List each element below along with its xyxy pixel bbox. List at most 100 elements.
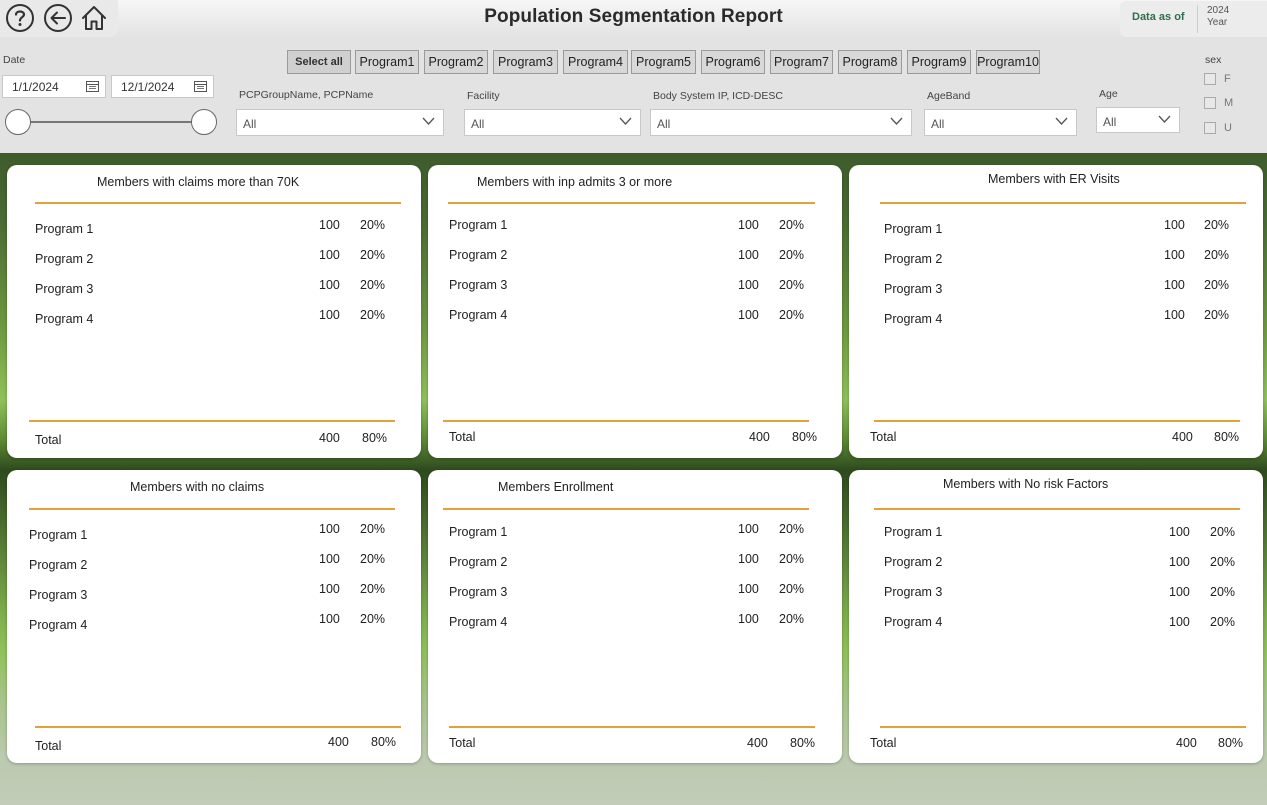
program-button[interactable]: Program8 bbox=[838, 50, 902, 74]
sex-option-f[interactable]: F bbox=[1204, 73, 1231, 86]
body-system-filter-label: Body System IP, ICD-DESC bbox=[653, 90, 783, 102]
row-label: Program 1 bbox=[29, 528, 88, 542]
program-button[interactable]: Program4 bbox=[563, 50, 628, 74]
row-count: 100 bbox=[738, 248, 759, 262]
age-filter-label: Age bbox=[1099, 88, 1118, 100]
checkbox[interactable] bbox=[1204, 97, 1216, 110]
program-button[interactable]: Program9 bbox=[907, 50, 971, 74]
row-label: Program 2 bbox=[449, 555, 508, 569]
total-label: Total bbox=[35, 739, 62, 753]
total-percent: 80% bbox=[792, 430, 818, 444]
row-label: Program 4 bbox=[884, 615, 943, 629]
date-start-input[interactable]: 1/1/2024 bbox=[2, 75, 106, 98]
facility-filter-dropdown[interactable]: All bbox=[464, 109, 641, 136]
row-count: 100 bbox=[1169, 585, 1190, 599]
date-end-value: 12/1/2024 bbox=[121, 80, 175, 94]
total-divider bbox=[29, 420, 395, 422]
total-label: Total bbox=[449, 736, 476, 750]
row-count: 100 bbox=[1164, 218, 1185, 232]
card-no-risk-factors: Members with No risk Factors Program 1 1… bbox=[849, 470, 1263, 763]
row-count: 100 bbox=[319, 552, 340, 566]
program-button[interactable]: Program1 bbox=[355, 50, 419, 74]
row-label: Program 4 bbox=[29, 618, 88, 632]
program-button[interactable]: Program3 bbox=[493, 50, 558, 74]
program-button[interactable]: Program2 bbox=[424, 50, 488, 74]
total-label: Total bbox=[870, 736, 897, 750]
total-divider bbox=[35, 726, 401, 728]
checkbox[interactable] bbox=[1204, 73, 1216, 86]
row-count: 100 bbox=[319, 308, 340, 322]
calendar-icon[interactable] bbox=[194, 80, 207, 92]
pcp-filter-dropdown[interactable]: All bbox=[236, 109, 444, 136]
row-percent: 20% bbox=[360, 522, 386, 536]
row-label: Program 2 bbox=[449, 248, 508, 262]
data-as-of-label: Data as of bbox=[1132, 11, 1185, 23]
divider bbox=[1197, 5, 1198, 33]
row-percent: 20% bbox=[1210, 525, 1236, 539]
total-count: 400 bbox=[319, 431, 340, 445]
row-percent: 20% bbox=[1210, 615, 1236, 629]
page-title: Population Segmentation Report bbox=[484, 6, 783, 27]
sex-option-u[interactable]: U bbox=[1204, 122, 1232, 135]
row-label: Program 1 bbox=[449, 218, 508, 232]
row-count: 100 bbox=[738, 218, 759, 232]
card-members-enrollment: Members Enrollment Program 1 100 20% Pro… bbox=[428, 470, 842, 763]
row-label: Program 1 bbox=[35, 222, 94, 236]
row-count: 100 bbox=[1164, 308, 1185, 322]
facility-filter-value: All bbox=[471, 117, 485, 131]
ageband-filter-label: AgeBand bbox=[927, 90, 971, 102]
calendar-icon[interactable] bbox=[86, 80, 99, 92]
body-system-filter-value: All bbox=[657, 117, 671, 131]
row-label: Program 1 bbox=[449, 525, 508, 539]
select-all-button[interactable]: Select all bbox=[287, 50, 351, 74]
card-title: Members Enrollment bbox=[498, 480, 614, 494]
date-range-end-handle[interactable] bbox=[191, 109, 217, 135]
row-label: Program 2 bbox=[29, 558, 88, 572]
row-count: 100 bbox=[1169, 615, 1190, 629]
card-no-claims: Members with no claims Program 1 100 20%… bbox=[7, 470, 421, 763]
total-count: 400 bbox=[749, 430, 770, 444]
row-count: 100 bbox=[738, 582, 759, 596]
total-percent: 80% bbox=[371, 735, 397, 749]
row-percent: 20% bbox=[779, 582, 805, 596]
card-title: Members with No risk Factors bbox=[943, 477, 1109, 491]
row-count: 100 bbox=[1169, 555, 1190, 569]
program-button[interactable]: Program7 bbox=[770, 50, 833, 74]
date-start-value: 1/1/2024 bbox=[12, 80, 59, 94]
row-count: 100 bbox=[319, 248, 340, 262]
pcp-filter-label: PCPGroupName, PCPName bbox=[239, 89, 374, 101]
data-as-of-panel: Data as of 2024 Year bbox=[1120, 1, 1267, 37]
checkbox[interactable] bbox=[1204, 122, 1216, 135]
body-system-filter-dropdown[interactable]: All bbox=[650, 109, 912, 136]
total-count: 400 bbox=[1176, 736, 1197, 750]
date-end-input[interactable]: 12/1/2024 bbox=[111, 75, 214, 98]
age-filter-value: All bbox=[1103, 115, 1117, 129]
chevron-down-icon bbox=[619, 117, 632, 125]
row-label: Program 3 bbox=[29, 588, 88, 602]
sex-option-m[interactable]: M bbox=[1204, 97, 1233, 110]
row-count: 100 bbox=[319, 218, 340, 232]
ageband-filter-value: All bbox=[931, 117, 945, 131]
total-count: 400 bbox=[747, 736, 768, 750]
program-button[interactable]: Program6 bbox=[701, 50, 765, 74]
ageband-filter-dropdown[interactable]: All bbox=[924, 109, 1077, 136]
age-filter-dropdown[interactable]: All bbox=[1096, 107, 1180, 133]
row-count: 100 bbox=[738, 522, 759, 536]
chevron-down-icon bbox=[1055, 117, 1068, 125]
row-label: Program 4 bbox=[35, 312, 94, 326]
row-percent: 20% bbox=[360, 218, 386, 232]
date-range-start-handle[interactable] bbox=[5, 109, 31, 135]
program-button[interactable]: Program10 bbox=[976, 50, 1040, 74]
filter-bar: Date 1/1/2024 12/1/2024 Select all Progr… bbox=[0, 39, 1267, 153]
card-title: Members with no claims bbox=[130, 480, 265, 494]
row-percent: 20% bbox=[779, 218, 805, 232]
date-range-slider-track[interactable] bbox=[18, 121, 204, 123]
chevron-down-icon bbox=[422, 117, 435, 125]
total-count: 400 bbox=[328, 735, 349, 749]
total-percent: 80% bbox=[1218, 736, 1244, 750]
row-count: 100 bbox=[319, 522, 340, 536]
row-count: 100 bbox=[1164, 278, 1185, 292]
program-button[interactable]: Program5 bbox=[631, 50, 696, 74]
sex-option-label: U bbox=[1224, 122, 1232, 134]
row-count: 100 bbox=[319, 582, 340, 596]
